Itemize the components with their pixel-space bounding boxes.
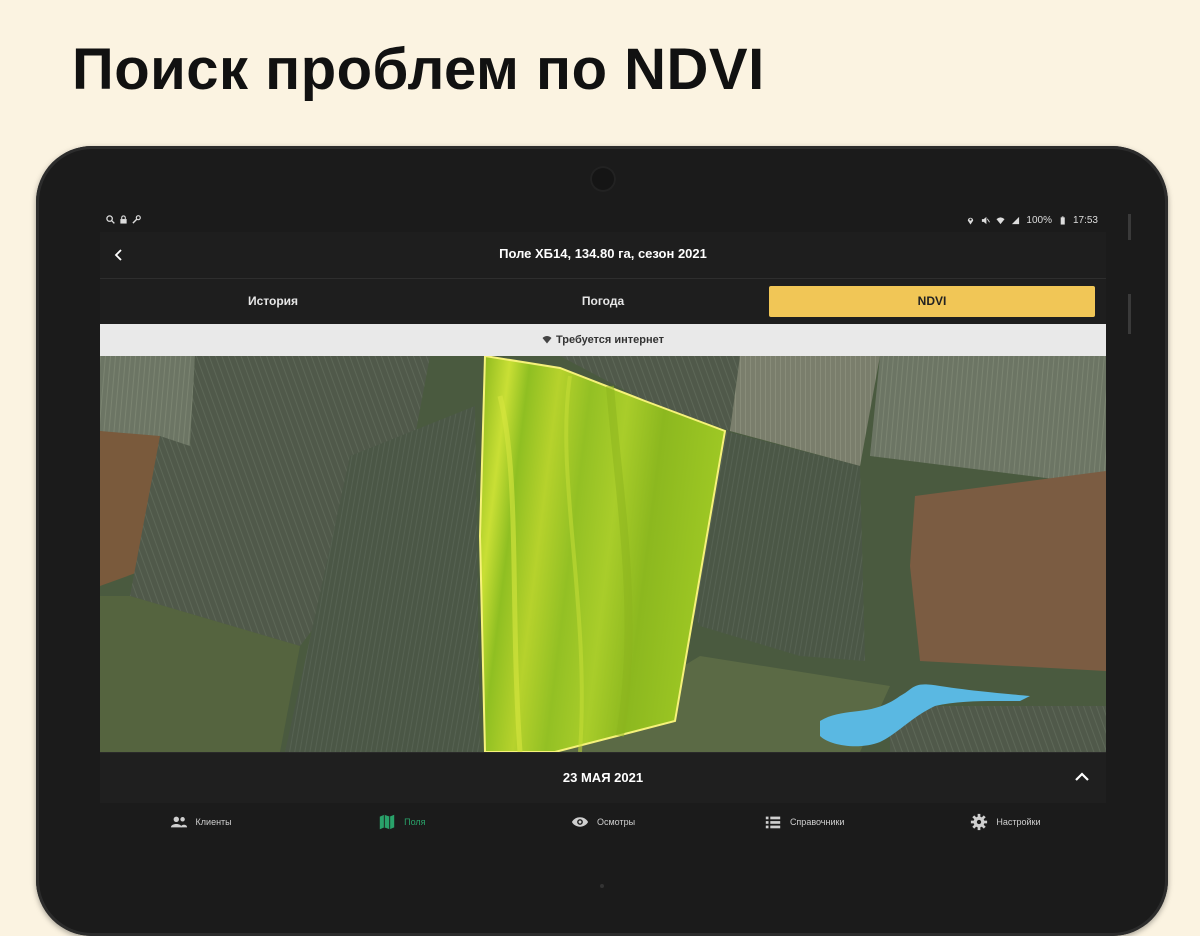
wrench-icon	[132, 215, 141, 224]
bottom-navigation: Клиенты Поля Осмотры Справочники Настрой…	[100, 803, 1106, 840]
banner-text: Требуется интернет	[555, 334, 665, 346]
search-icon	[106, 215, 115, 224]
location-icon	[968, 217, 974, 225]
map-field	[910, 471, 1106, 671]
nav-settings[interactable]: Настройки	[905, 803, 1106, 840]
map-field	[890, 706, 1106, 752]
list-icon	[765, 816, 781, 828]
wifi-icon	[996, 217, 1005, 225]
chevron-up-icon	[1075, 772, 1089, 781]
signal-icon	[1012, 216, 1020, 225]
tab-bar: История Погода NDVI	[100, 279, 1106, 324]
people-icon	[170, 816, 187, 827]
clock: 17:53	[1072, 215, 1098, 226]
date-bar: 23 МАЯ 2021	[100, 752, 1106, 803]
status-bar: 100% 17:53	[100, 212, 1106, 232]
nav-label: Настройки	[996, 816, 1041, 827]
status-right-icons: 100% 17:53	[966, 215, 1098, 226]
mute-icon	[982, 216, 991, 225]
tab-ndvi[interactable]: NDVI	[769, 286, 1095, 317]
nav-label: Справочники	[789, 816, 845, 827]
page-headline: Поиск проблем по NDVI	[72, 37, 765, 102]
wifi-icon	[542, 336, 552, 344]
nav-references[interactable]: Справочники	[704, 803, 905, 840]
expand-button[interactable]	[1070, 765, 1094, 789]
nav-label: Осмотры	[596, 816, 636, 827]
nav-label: Клиенты	[195, 816, 232, 827]
nav-inspections[interactable]: Осмотры	[502, 803, 703, 840]
battery-icon	[1060, 216, 1065, 225]
tab-weather[interactable]: Погода	[440, 286, 766, 317]
gear-icon	[971, 813, 988, 830]
nav-clients[interactable]: Клиенты	[100, 803, 301, 840]
tablet-side-button	[1128, 214, 1131, 240]
tablet-sensor-dot	[600, 884, 604, 888]
nav-fields[interactable]: Поля	[301, 803, 502, 840]
tablet-volume-button	[1128, 294, 1131, 334]
status-left-icons	[106, 215, 141, 224]
front-camera	[590, 166, 616, 192]
lock-icon	[120, 215, 127, 224]
nav-label: Поля	[404, 816, 426, 827]
ndvi-date[interactable]: 23 МАЯ 2021	[100, 770, 1106, 785]
satellite-map[interactable]	[100, 356, 1106, 752]
internet-required-banner: Требуется интернет	[100, 324, 1106, 356]
app-screen: 100% 17:53 Поле ХБ14, 134.80 га, сезон 2…	[100, 212, 1106, 840]
field-title: Поле ХБ14, 134.80 га, сезон 2021	[499, 246, 707, 261]
app-bar: Поле ХБ14, 134.80 га, сезон 2021	[100, 232, 1106, 279]
tab-history[interactable]: История	[110, 286, 436, 317]
eye-icon	[571, 816, 589, 827]
battery-percent: 100%	[1026, 215, 1052, 226]
map-icon	[379, 814, 395, 829]
